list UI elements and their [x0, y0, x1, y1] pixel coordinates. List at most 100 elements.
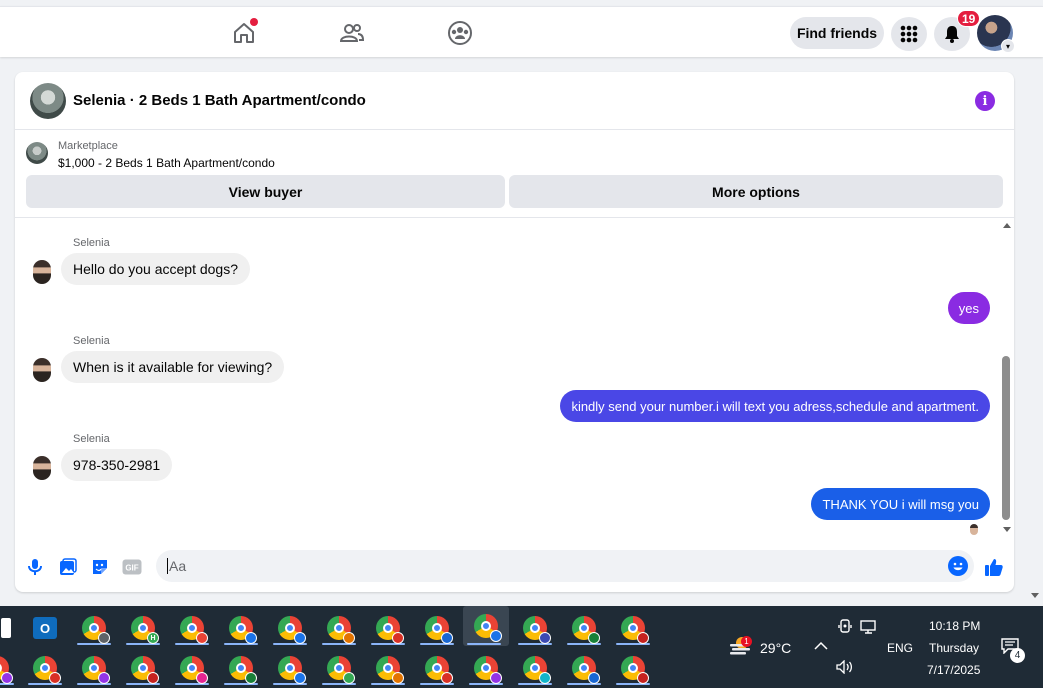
- input-language[interactable]: ENG: [887, 641, 913, 655]
- gif-button[interactable]: GIF: [121, 556, 143, 578]
- incoming-message[interactable]: 978-350-2981: [61, 449, 173, 481]
- chrome-window[interactable]: [318, 610, 360, 646]
- chrome-window[interactable]: [514, 610, 556, 646]
- chevron-up-icon[interactable]: [814, 641, 828, 651]
- chrome-window[interactable]: [24, 650, 66, 686]
- incoming-message[interactable]: Hello do you accept dogs?: [61, 253, 250, 285]
- sender-avatar[interactable]: [33, 358, 51, 382]
- microphone-icon: [28, 559, 42, 575]
- sender-avatar[interactable]: [33, 456, 51, 480]
- outgoing-message[interactable]: yes: [947, 292, 990, 324]
- chrome-icon: [180, 616, 208, 644]
- home-tab[interactable]: [224, 15, 264, 51]
- action-center-badge: 4: [1010, 648, 1025, 663]
- thumbs-up-icon: [985, 559, 1003, 576]
- chrome-icon: [621, 656, 649, 684]
- chrome-window[interactable]: [563, 610, 605, 646]
- message-input-placeholder: Aa: [169, 558, 187, 574]
- message-sender: Selenia: [73, 335, 110, 347]
- groups-icon: [448, 21, 472, 45]
- chrome-icon: H: [131, 616, 159, 644]
- sender-avatar[interactable]: [33, 260, 51, 284]
- groups-tab[interactable]: [440, 15, 480, 51]
- clock-day[interactable]: Thursday: [929, 641, 979, 655]
- listing-title[interactable]: $1,000 - 2 Beds 1 Bath Apartment/condo: [58, 156, 275, 170]
- more-options-button[interactable]: More options: [509, 175, 1003, 208]
- chrome-window[interactable]: H: [122, 610, 164, 646]
- chrome-window[interactable]: [171, 650, 213, 686]
- meet-now-icon[interactable]: [838, 619, 852, 635]
- chrome-window[interactable]: [220, 650, 262, 686]
- chrome-window-active[interactable]: [463, 606, 509, 646]
- like-button[interactable]: [983, 556, 1005, 578]
- find-friends-button[interactable]: Find friends: [790, 17, 884, 49]
- scrollbar-thumb[interactable]: [1002, 356, 1010, 520]
- clock-date[interactable]: 7/17/2025: [927, 663, 980, 677]
- friends-tab[interactable]: [332, 15, 372, 51]
- chrome-icon: [572, 656, 600, 684]
- chrome-icon: [474, 656, 502, 684]
- chrome-window[interactable]: [0, 650, 18, 686]
- grid-menu-icon: [900, 25, 918, 43]
- chrome-window[interactable]: [122, 650, 164, 686]
- chrome-window[interactable]: [514, 650, 556, 686]
- clock-time[interactable]: 10:18 PM: [929, 619, 980, 633]
- chrome-window[interactable]: [73, 610, 115, 646]
- chat-header: Selenia · 2 Beds 1 Bath Apartment/condo …: [15, 72, 1014, 130]
- scroll-down-arrow-icon[interactable]: [1003, 527, 1011, 532]
- chrome-window[interactable]: [465, 650, 507, 686]
- taskbar-partial-app[interactable]: [0, 610, 16, 646]
- marketplace-label: Marketplace: [58, 140, 118, 152]
- chrome-window[interactable]: [612, 650, 654, 686]
- view-buyer-button[interactable]: View buyer: [26, 175, 505, 208]
- message-sender: Selenia: [73, 237, 110, 249]
- chrome-window[interactable]: [269, 610, 311, 646]
- emoji-icon[interactable]: [948, 556, 968, 576]
- chrome-window[interactable]: [563, 650, 605, 686]
- outgoing-message[interactable]: kindly send your number.i will text you …: [560, 390, 990, 422]
- speaker-icon[interactable]: [836, 660, 854, 674]
- outgoing-message[interactable]: THANK YOU i will msg you: [811, 488, 990, 520]
- chrome-icon: [278, 656, 306, 684]
- conversation-title[interactable]: Selenia · 2 Beds 1 Bath Apartment/condo: [73, 92, 366, 109]
- chrome-window[interactable]: [171, 610, 213, 646]
- weather-alert-badge: 1: [741, 636, 752, 647]
- menu-button[interactable]: [891, 17, 927, 51]
- network-icon[interactable]: [860, 620, 878, 634]
- attach-photo-button[interactable]: [57, 556, 79, 578]
- chevron-down-icon[interactable]: ▾: [1001, 39, 1015, 53]
- outlook-app[interactable]: O: [24, 610, 66, 646]
- chrome-window[interactable]: [416, 650, 458, 686]
- conversation-avatar[interactable]: [30, 83, 66, 119]
- info-icon[interactable]: i: [975, 91, 995, 111]
- message-sender: Selenia: [73, 433, 110, 445]
- emoji-face-icon: [953, 562, 963, 571]
- chrome-icon: [0, 656, 13, 684]
- chrome-window[interactable]: [367, 650, 409, 686]
- gif-label: GIF: [125, 564, 138, 573]
- chrome-window[interactable]: [73, 650, 115, 686]
- chrome-profile-badge: H: [147, 632, 159, 644]
- page-scroll-down-arrow-icon[interactable]: [1031, 593, 1039, 598]
- messages-scrollbar[interactable]: [1000, 218, 1014, 536]
- bell-icon: [945, 26, 959, 43]
- chrome-window[interactable]: [367, 610, 409, 646]
- sticker-button[interactable]: [89, 556, 111, 578]
- chrome-window[interactable]: [416, 610, 458, 646]
- chrome-window[interactable]: [612, 610, 654, 646]
- chrome-icon: [278, 616, 306, 644]
- chrome-window[interactable]: [269, 650, 311, 686]
- message-input[interactable]: Aa: [156, 550, 974, 582]
- chrome-window[interactable]: [318, 650, 360, 686]
- chrome-window[interactable]: [220, 610, 262, 646]
- scroll-up-arrow-icon[interactable]: [1003, 223, 1011, 228]
- chrome-icon: [229, 616, 257, 644]
- voice-clip-button[interactable]: [24, 556, 46, 578]
- friends-icon: [339, 24, 365, 42]
- temperature-label[interactable]: 29°C: [760, 640, 791, 656]
- incoming-message[interactable]: When is it available for viewing?: [61, 351, 285, 383]
- text-caret: [167, 558, 168, 574]
- chrome-icon: [33, 656, 61, 684]
- chrome-icon: [180, 656, 208, 684]
- photo-icon: [60, 558, 77, 575]
